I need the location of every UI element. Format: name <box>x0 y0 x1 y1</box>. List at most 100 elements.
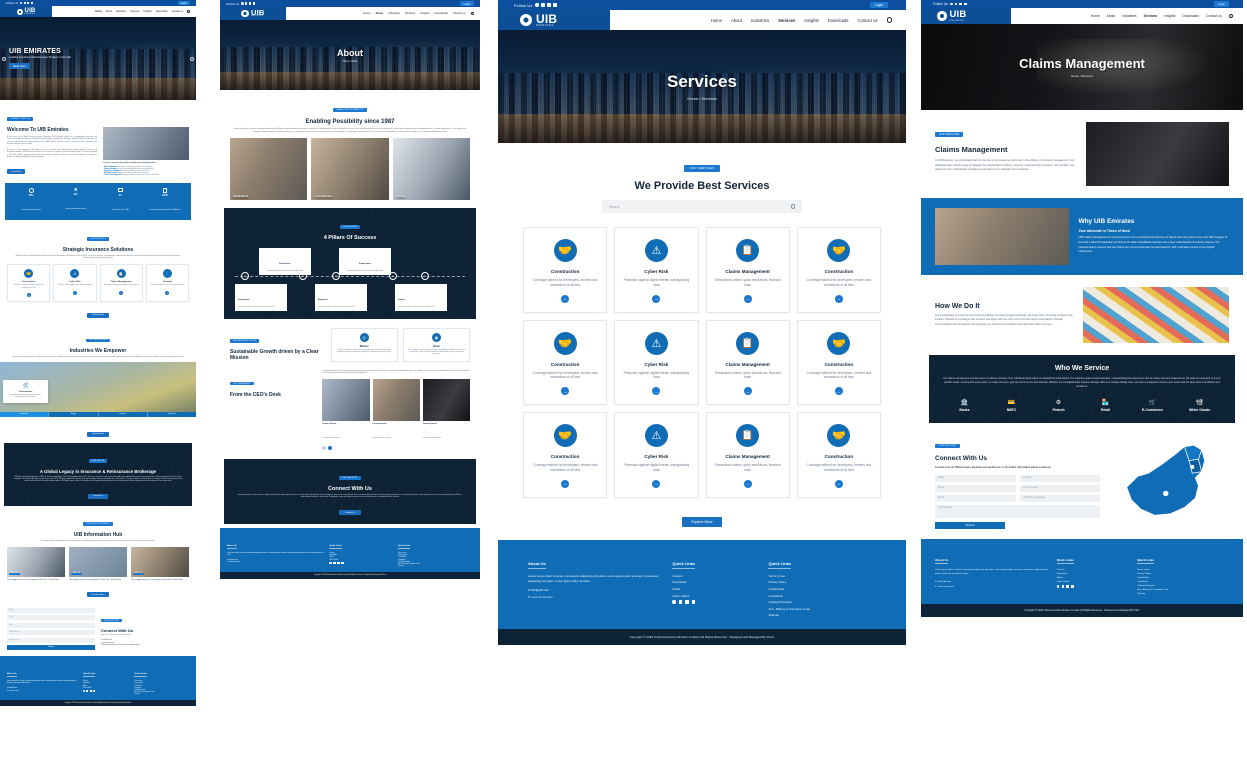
service-card[interactable]: 🤝 Construction Coverage tailored for dev… <box>523 412 608 498</box>
company-field[interactable]: Your Company <box>1019 484 1101 492</box>
footer-email[interactable]: ✉ info@uib.com <box>935 580 1050 583</box>
login-button[interactable]: Login <box>460 0 474 7</box>
logo[interactable]: UIB EMIRATES <box>498 10 610 30</box>
tab-energy[interactable]: Energy <box>48 412 98 418</box>
facebook-icon[interactable] <box>949 2 953 6</box>
footer-link[interactable]: Privacy Policy <box>398 555 473 556</box>
facebook-icon[interactable] <box>82 690 85 693</box>
tab-property[interactable]: Property <box>97 412 147 418</box>
linkedin-icon[interactable] <box>337 562 340 565</box>
x-twitter-icon[interactable] <box>86 690 89 693</box>
tab-read-more[interactable]: Read More <box>0 412 49 418</box>
footer-link[interactable]: Anti - Bribery & Corruption Code <box>768 607 876 611</box>
connect-email[interactable]: ✉ info@uib.com <box>101 640 189 641</box>
footer-phone[interactable]: ✆ +xxx xx xxx xxxx <box>227 562 324 563</box>
footer-link[interactable]: Complaints <box>1137 581 1229 583</box>
footer-link[interactable]: Media <box>1057 577 1130 579</box>
solution-card[interactable]: 👤 Casualty Coverage for diverse risks, f… <box>145 264 189 303</box>
nav-item-industries[interactable]: Industries <box>1122 14 1136 18</box>
login-button[interactable]: Login <box>177 1 190 5</box>
footer-link[interactable]: Downloads <box>672 580 758 584</box>
facebook-icon[interactable] <box>329 562 332 565</box>
login-button[interactable]: Login <box>869 2 888 8</box>
nav-item-insights[interactable]: Insights <box>804 18 818 23</box>
name-field[interactable]: Name <box>935 474 1016 482</box>
nav-item-home[interactable]: Home <box>95 10 102 13</box>
arrow-right-icon[interactable]: → <box>165 291 170 296</box>
x-twitter-icon[interactable] <box>553 3 557 7</box>
person-card[interactable]: Lorem Lipsum Lorem ipsum dolor sit amet <box>322 379 370 443</box>
nav-item-downloads[interactable]: Downloads <box>156 10 168 13</box>
nav-item-services[interactable]: Services <box>1144 14 1158 18</box>
arrow-right-icon[interactable]: → <box>743 387 752 396</box>
submit-button[interactable]: Submit <box>935 521 1005 529</box>
footer-link[interactable]: Cookie Note <box>1137 577 1229 579</box>
name-field[interactable]: Name <box>7 607 95 613</box>
about-tile[interactable]: Services <box>392 138 470 201</box>
industry-tile[interactable]: 🛠 Construction Comprehensive coverage fo… <box>3 380 48 403</box>
x-twitter-icon[interactable] <box>1061 584 1065 588</box>
linkedin-icon[interactable] <box>89 690 92 693</box>
solution-card[interactable]: 🤝 Construction Coverage tailored for dev… <box>7 264 51 303</box>
login-button[interactable]: Login <box>1214 1 1229 7</box>
instagram-icon[interactable] <box>954 2 958 6</box>
linkedin-icon[interactable] <box>547 3 551 7</box>
footer-email[interactable]: ✉ info@uib.com <box>7 688 78 689</box>
footer-link[interactable]: Complaints <box>768 594 876 598</box>
footer-socials[interactable] <box>672 600 758 604</box>
footer-link[interactable]: Terms of use <box>1137 569 1229 571</box>
footer-link[interactable]: Cookie Note <box>398 557 473 558</box>
service-card[interactable]: 🤝 Construction Coverage tailored for dev… <box>523 319 608 406</box>
footer-link[interactable]: Careers <box>329 553 393 554</box>
nav-item-insights[interactable]: Insights <box>143 10 151 13</box>
x-twitter-icon[interactable] <box>30 2 33 4</box>
person-card[interactable]: Lorem Lipsum Lorem ipsum dolor sit amet <box>372 379 420 443</box>
footer-link[interactable]: Guiding Principles <box>398 562 473 563</box>
article-card[interactable]: Article Why supply chains are on the age… <box>69 546 127 582</box>
about-tile[interactable]: Local Expertise <box>311 138 389 201</box>
footer-link[interactable]: Careers <box>1057 569 1130 571</box>
linkedin-icon[interactable] <box>959 2 962 6</box>
footer-link[interactable]: Client Claims <box>672 594 758 598</box>
social-icons[interactable] <box>535 3 557 7</box>
footer-email[interactable]: ✉ info@uib.com <box>528 588 662 592</box>
footer-link[interactable]: Anti - Bribery & Corruption Code <box>134 692 189 693</box>
footer-link[interactable]: Downloads <box>83 683 129 684</box>
footer-link[interactable]: Media <box>329 557 393 558</box>
footer-link[interactable]: Sitemap <box>134 694 189 695</box>
discuss-field[interactable]: I would like to discuss <box>1019 494 1101 502</box>
message-field[interactable]: Your Message <box>935 504 1101 518</box>
x-twitter-icon[interactable] <box>252 2 256 5</box>
footer-link[interactable]: Terms of use <box>134 681 189 682</box>
footer-email[interactable]: ✉ info@uib.com <box>227 560 324 561</box>
nav-item-industries[interactable]: Industries <box>388 12 400 15</box>
footer-link[interactable]: Media <box>83 686 129 687</box>
footer-link[interactable]: Downloads <box>329 555 393 556</box>
arrow-right-icon[interactable]: → <box>834 387 843 396</box>
nav-item-services[interactable]: Services <box>130 10 139 13</box>
footer-link[interactable]: Guiding Principles <box>768 600 876 604</box>
social-icons[interactable] <box>949 2 967 6</box>
footer-socials[interactable] <box>329 562 393 565</box>
nav-item-home[interactable]: Home <box>363 12 370 15</box>
nav-item-home[interactable]: Home <box>1091 14 1100 18</box>
x-twitter-icon[interactable] <box>333 562 336 565</box>
service-card[interactable]: 📋 Claims Management Streamlined claims, … <box>705 319 790 406</box>
x-twitter-icon[interactable] <box>678 600 683 604</box>
location-field[interactable]: Location <box>1019 474 1101 482</box>
tab-cyber-risk[interactable]: Cyber Risk <box>146 412 196 418</box>
facebook-icon[interactable] <box>1056 584 1060 588</box>
logo[interactable]: UIB EMIRATES <box>921 8 1011 24</box>
nav-item-insights[interactable]: Insights <box>420 12 429 15</box>
linkedin-icon[interactable] <box>27 2 30 4</box>
footer-link[interactable]: Media <box>672 587 758 591</box>
footer-socials[interactable] <box>1056 584 1130 588</box>
nav-item-contact[interactable]: Contact us <box>1206 14 1222 18</box>
arrow-right-icon[interactable]: → <box>26 293 31 298</box>
arrow-right-icon[interactable]: → <box>119 291 124 296</box>
arrow-right-icon[interactable]: → <box>743 294 752 303</box>
arrow-right-icon[interactable]: → <box>561 479 570 488</box>
nav-item-about[interactable]: About <box>106 10 112 13</box>
solution-card[interactable]: 📋 Claims Management Streamlined claims, … <box>99 264 143 303</box>
footer-link[interactable]: Careers <box>672 574 758 578</box>
